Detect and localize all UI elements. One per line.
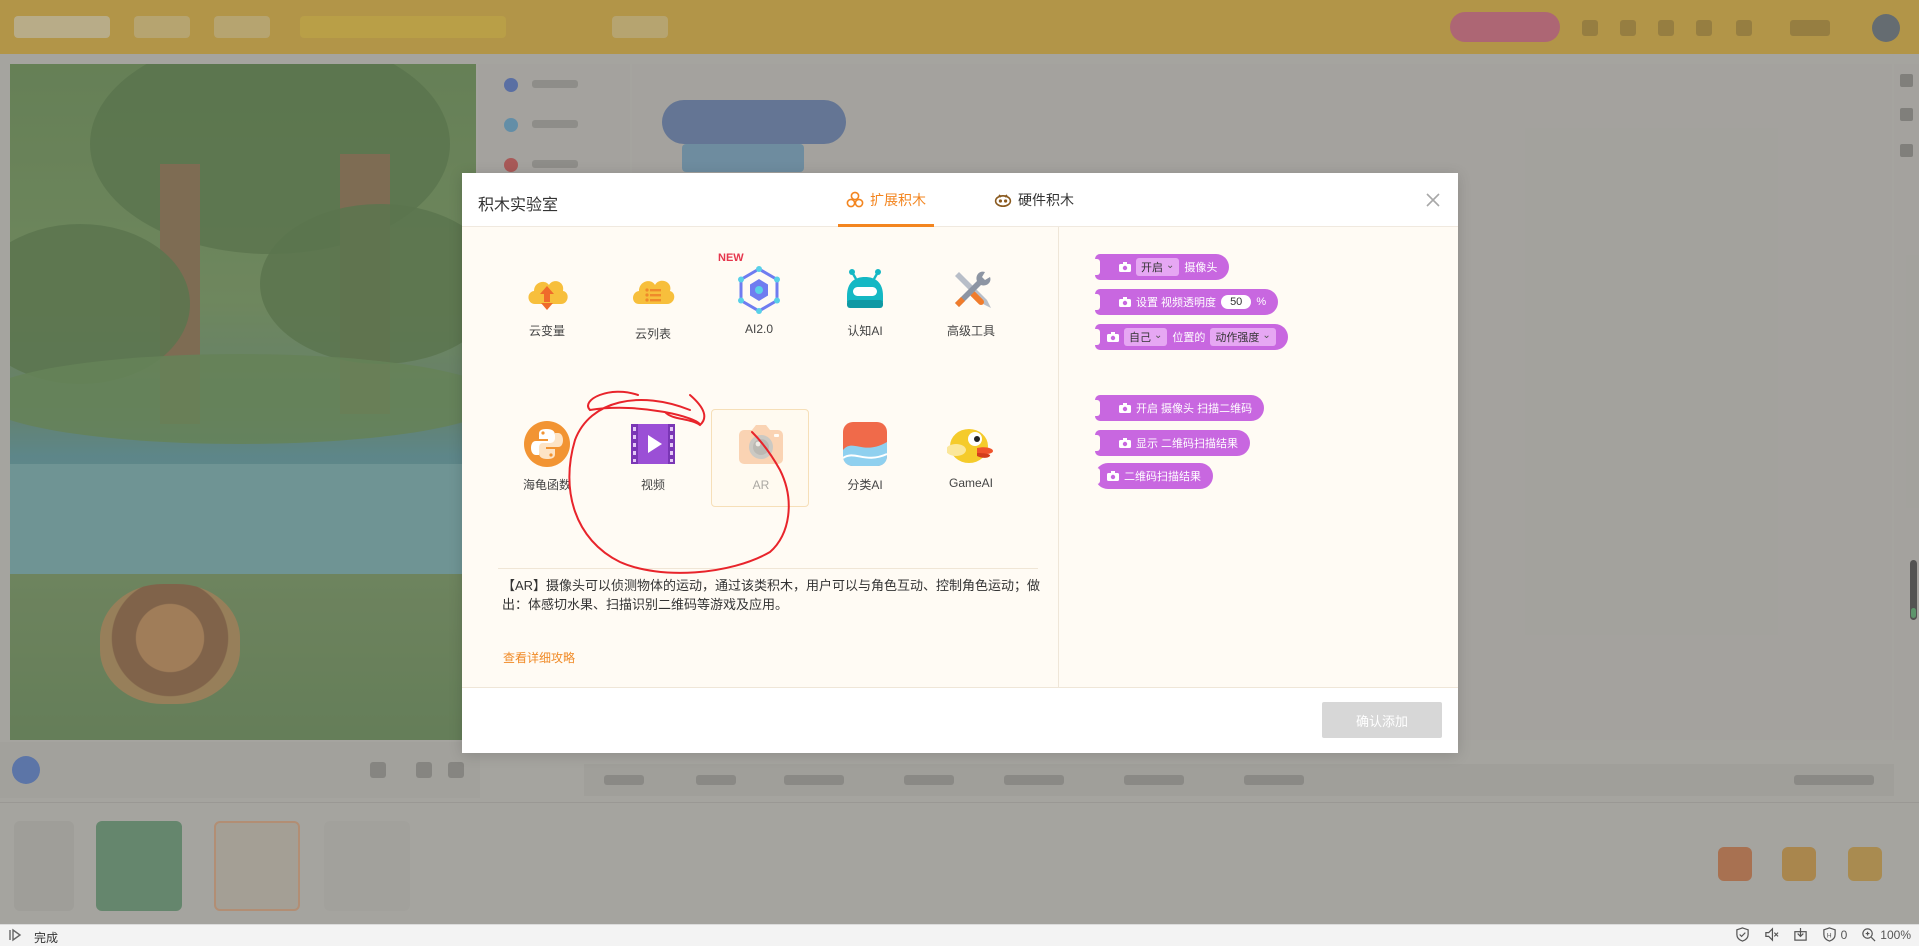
extension-description: 【AR】摄像头可以侦测物体的运动，通过该类积木，用户可以与角色互动、控制角色运动… bbox=[502, 578, 1041, 612]
block-lab-dialog: 积木实验室 扩展积木 硬件积木 云变量 云列表 NEW AI2.0 认知AI 高… bbox=[462, 173, 1458, 753]
extension-ai2[interactable]: NEW AI2.0 bbox=[713, 252, 805, 362]
status-bar: 完成 H 0 100% bbox=[0, 924, 1919, 946]
extension-label: 云变量 bbox=[528, 324, 565, 338]
block-unit: % bbox=[1256, 296, 1267, 308]
tab-hardware-blocks[interactable]: 硬件积木 bbox=[990, 173, 1078, 227]
camera-icon bbox=[1119, 403, 1131, 413]
camera-icon bbox=[1107, 471, 1119, 481]
camera-icon bbox=[739, 425, 783, 464]
extension-classify-ai[interactable]: 分类AI bbox=[819, 420, 911, 516]
shield-icon[interactable] bbox=[1735, 927, 1750, 942]
blocked-count: 0 bbox=[1840, 927, 1848, 942]
bird-icon bbox=[947, 429, 993, 463]
tab-label: 扩展积木 bbox=[870, 192, 926, 208]
ai2-icon bbox=[738, 266, 780, 314]
description-separator bbox=[498, 568, 1038, 569]
robot-icon bbox=[847, 269, 883, 308]
block-preview: 开启 摄像头 设置 视频透明度 50 % 自己 位置的 动作强度 开启 摄像头 … bbox=[1059, 227, 1458, 687]
zoom-level[interactable]: 100% bbox=[1880, 928, 1911, 942]
extension-cloud-list[interactable]: 云列表 bbox=[607, 266, 699, 362]
video-icon bbox=[631, 424, 675, 464]
extension-label: AR bbox=[752, 478, 770, 492]
extension-label: 视频 bbox=[640, 478, 665, 492]
block-open-camera: 开启 摄像头 bbox=[1093, 254, 1230, 280]
block-text: 开启 摄像头 扫描二维码 bbox=[1136, 403, 1253, 415]
extension-label: 高级工具 bbox=[946, 324, 995, 338]
dialog-header: 积木实验室 扩展积木 硬件积木 bbox=[462, 173, 1458, 227]
confirm-add-button[interactable]: 确认添加 bbox=[1322, 702, 1442, 738]
block-dropdown: 开启 bbox=[1136, 258, 1180, 276]
extension-cloud-variable[interactable]: 云变量 bbox=[501, 266, 593, 362]
block-scan-qr: 开启 摄像头 扫描二维码 bbox=[1093, 395, 1265, 421]
hardware-icon bbox=[994, 194, 1012, 207]
status-tray: H 0 100% bbox=[1735, 927, 1911, 942]
cloud-list-icon bbox=[633, 280, 675, 304]
block-motion-intensity: 自己 位置的 动作强度 bbox=[1094, 324, 1288, 350]
camera-icon bbox=[1119, 262, 1131, 272]
svg-text:H: H bbox=[1826, 931, 1831, 939]
python-icon bbox=[524, 421, 570, 467]
extension-label: 认知AI bbox=[847, 324, 883, 338]
extension-icon bbox=[846, 191, 864, 208]
extension-game-ai[interactable]: GameAI bbox=[925, 420, 1017, 516]
close-icon[interactable] bbox=[1422, 189, 1444, 211]
mute-icon[interactable] bbox=[1764, 927, 1779, 942]
extension-label: 分类AI bbox=[847, 478, 883, 492]
extension-list: 云变量 云列表 NEW AI2.0 认知AI 高级工具 海龟函数 视频 AR 分… bbox=[462, 227, 1058, 687]
block-text: 摄像头 bbox=[1184, 262, 1218, 274]
block-dropdown: 动作强度 bbox=[1210, 328, 1276, 346]
status-text: 完成 bbox=[34, 931, 59, 945]
cloud-variable-icon bbox=[528, 281, 568, 310]
extension-ar[interactable]: AR bbox=[711, 409, 809, 507]
classify-ai-icon bbox=[842, 422, 888, 466]
camera-icon bbox=[1107, 332, 1119, 342]
adblock-icon[interactable]: H bbox=[1822, 927, 1837, 942]
camera-icon bbox=[1119, 297, 1131, 307]
guide-link[interactable]: 查看详细攻略 bbox=[503, 649, 575, 666]
camera-icon bbox=[1119, 438, 1131, 448]
extension-label: AI2.0 bbox=[744, 322, 774, 336]
block-text: 二维码扫描结果 bbox=[1124, 471, 1201, 483]
extension-cognitive-ai[interactable]: 认知AI bbox=[819, 266, 911, 362]
extension-label: 云列表 bbox=[634, 327, 671, 341]
play-icon[interactable] bbox=[8, 928, 22, 942]
block-text: 显示 二维码扫描结果 bbox=[1136, 438, 1239, 450]
extension-turtle-functions[interactable]: 海龟函数 bbox=[501, 420, 593, 516]
tab-extension-blocks[interactable]: 扩展积木 bbox=[838, 173, 934, 227]
extension-video[interactable]: 视频 bbox=[607, 420, 699, 516]
block-number-input: 50 bbox=[1221, 295, 1252, 309]
extension-label: GameAI bbox=[948, 476, 993, 490]
dialog-title: 积木实验室 bbox=[478, 197, 559, 214]
block-text: 设置 视频透明度 bbox=[1136, 297, 1217, 309]
zoom-icon[interactable] bbox=[1861, 927, 1876, 942]
block-set-video-transparency: 设置 视频透明度 50 % bbox=[1093, 289, 1279, 315]
tab-label: 硬件积木 bbox=[1018, 192, 1074, 208]
extension-advanced-tools[interactable]: 高级工具 bbox=[925, 266, 1017, 362]
block-dropdown: 自己 bbox=[1124, 328, 1168, 346]
block-text: 位置的 bbox=[1172, 332, 1206, 344]
dialog-footer: 确认添加 bbox=[462, 688, 1458, 753]
block-show-qr-result: 显示 二维码扫描结果 bbox=[1093, 430, 1251, 456]
download-icon[interactable] bbox=[1793, 927, 1808, 942]
new-badge: NEW bbox=[718, 252, 744, 264]
tools-icon bbox=[955, 271, 991, 308]
extension-label: 海龟函数 bbox=[522, 478, 571, 492]
block-qr-result: 二维码扫描结果 bbox=[1094, 463, 1213, 489]
